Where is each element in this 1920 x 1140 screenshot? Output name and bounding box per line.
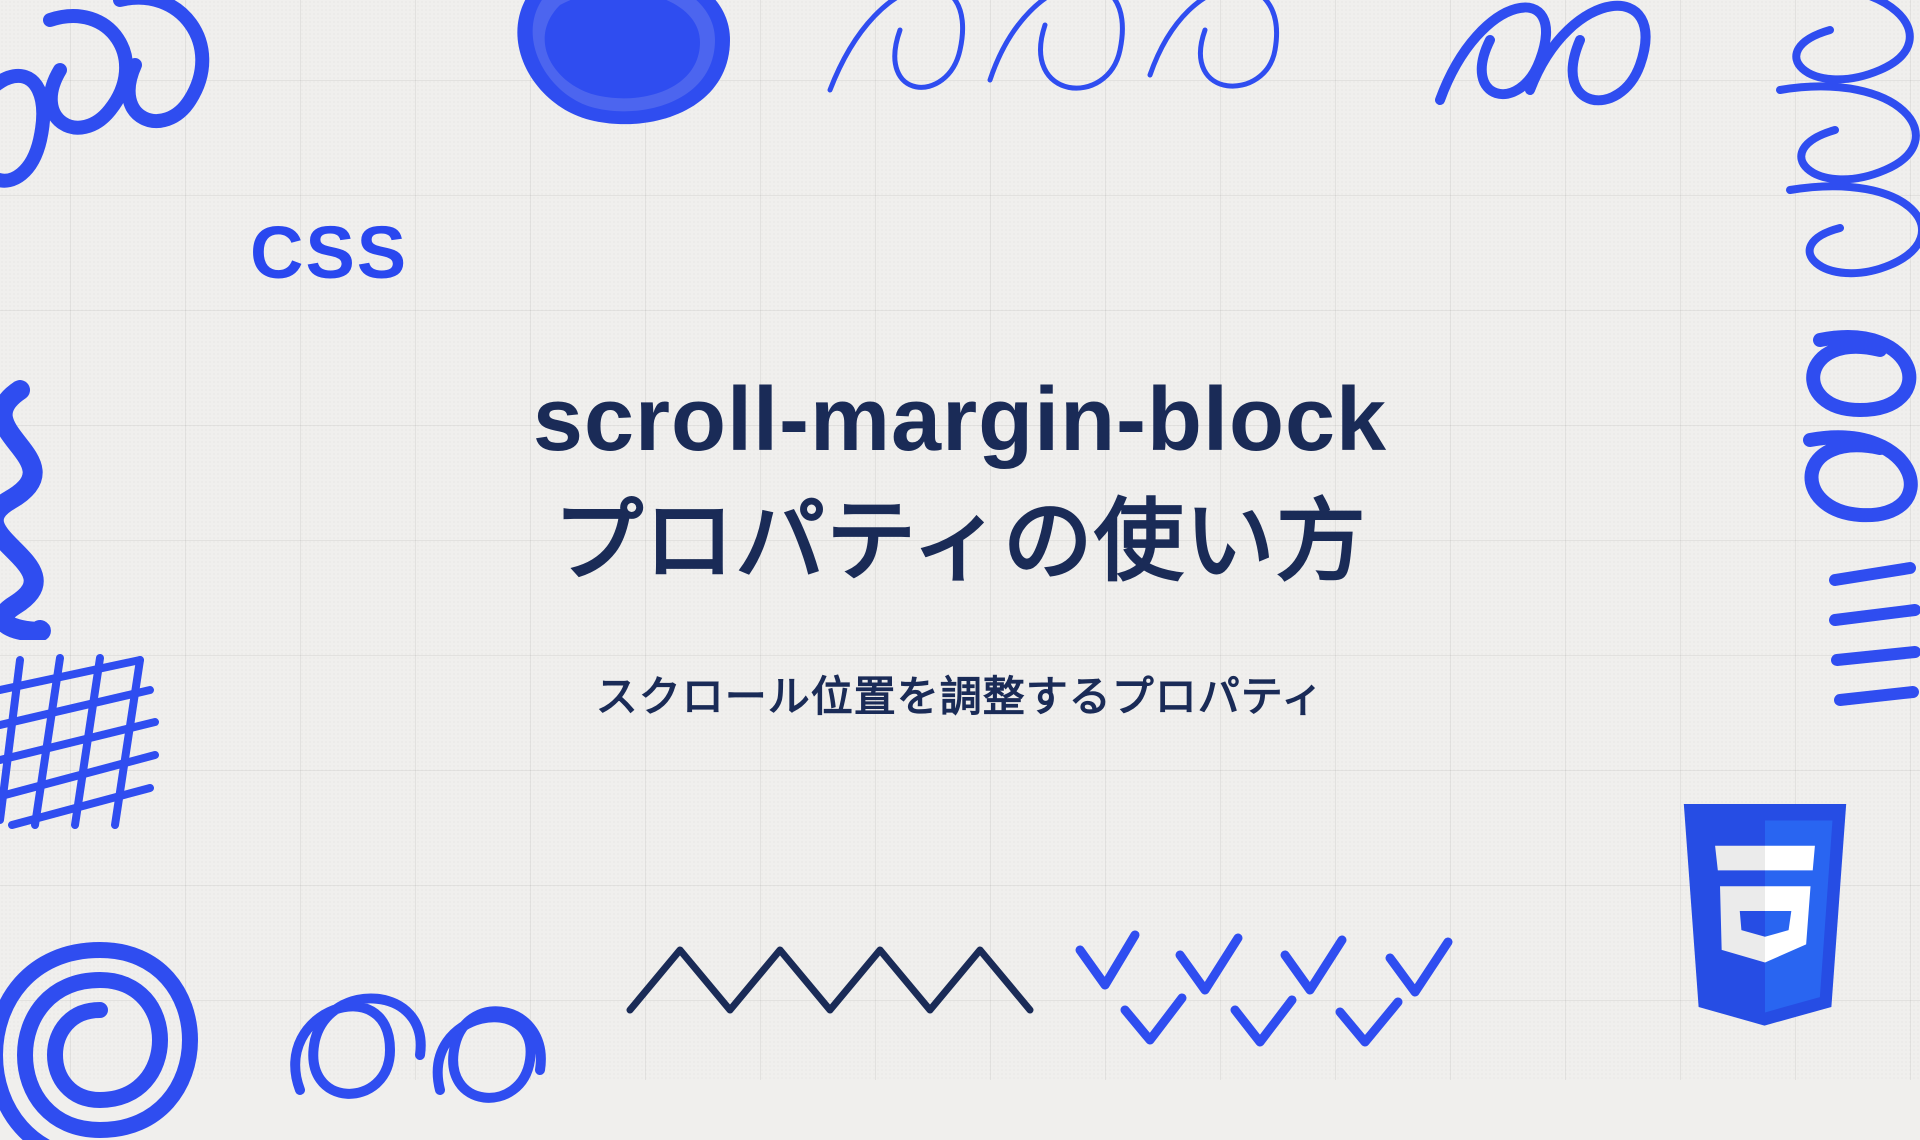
title-line-1: scroll-margin-block (533, 360, 1387, 482)
title-line-2: プロパティの使い方 (533, 482, 1387, 604)
content-area: CSS scroll-margin-block プロパティの使い方 スクロール位… (0, 0, 1920, 1080)
page-title: scroll-margin-block プロパティの使い方 (533, 360, 1387, 603)
page-subtitle: スクロール位置を調整するプロパティ (596, 663, 1324, 724)
css3-badge-icon (1665, 804, 1865, 1030)
kicker-label: CSS (250, 210, 408, 295)
